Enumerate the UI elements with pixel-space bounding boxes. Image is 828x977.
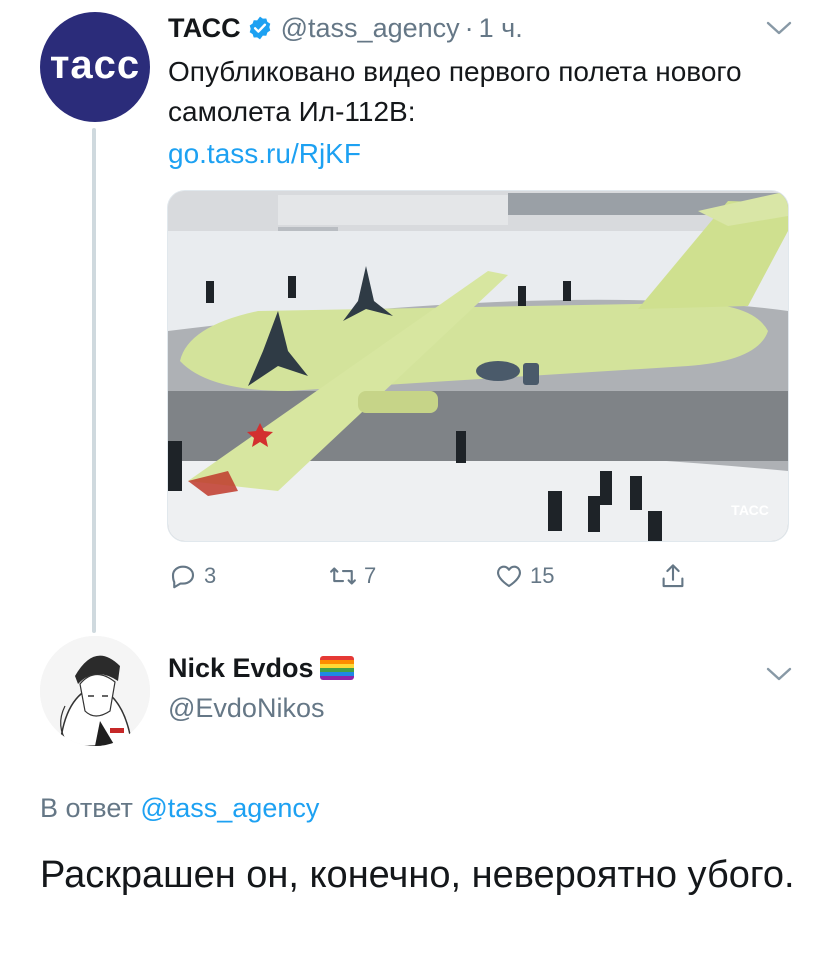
airplane-photo: ТАСС (168, 191, 788, 541)
rainbow-flag-icon (319, 656, 354, 680)
separator-dot: · (464, 12, 474, 43)
reply-icon (171, 565, 195, 589)
chevron-down-icon[interactable] (764, 18, 794, 38)
share-icon (662, 564, 684, 588)
reply-author-name[interactable]: Nick Evdos (168, 650, 354, 686)
nick-avatar[interactable] (40, 636, 150, 746)
reply-button[interactable]: 3 (168, 558, 216, 594)
thread-line (92, 128, 96, 633)
tweet-actions-bar: 3 7 15 (168, 558, 728, 594)
parent-handle[interactable]: @tass_agency (281, 13, 460, 44)
reply-display-name: Nick Evdos (168, 652, 314, 683)
parent-display-name[interactable]: ТАСС (168, 13, 241, 44)
retweet-button[interactable]: 7 (328, 558, 376, 594)
like-count: 15 (530, 563, 555, 588)
reply-prefix: В ответ (40, 793, 133, 823)
retweet-count: 7 (364, 563, 377, 588)
heart-icon (497, 565, 521, 588)
verified-badge-icon (249, 16, 270, 40)
tass-avatar[interactable]: тасс (40, 12, 150, 122)
retweet-icon (330, 567, 356, 585)
reply-context: В ответ @tass_agency (40, 788, 319, 828)
avatar-illustration (40, 636, 150, 746)
reply-tweet-text: Раскрашен он, конечно, невероятно убого. (40, 854, 795, 896)
reply-count: 3 (204, 563, 217, 588)
tass-avatar-logo: тасс (49, 42, 141, 87)
parent-tweet-text: Опубликовано видео первого полета нового… (168, 56, 742, 127)
reply-mention-link[interactable]: @tass_agency (140, 793, 319, 823)
share-button[interactable] (658, 558, 688, 594)
like-button[interactable]: 15 (494, 558, 554, 594)
parent-tweet-link[interactable]: go.tass.ru/RjKF (168, 134, 361, 174)
media-watermark: ТАСС (731, 502, 769, 518)
parent-timestamp[interactable]: 1 ч. (479, 13, 523, 44)
tweet-media-image[interactable]: ТАСС (167, 190, 789, 542)
reply-handle[interactable]: @EvdoNikos (168, 690, 324, 726)
parent-tweet-header: ТАСС @tass_agency · 1 ч. (168, 10, 523, 46)
chevron-down-icon[interactable] (764, 664, 794, 684)
